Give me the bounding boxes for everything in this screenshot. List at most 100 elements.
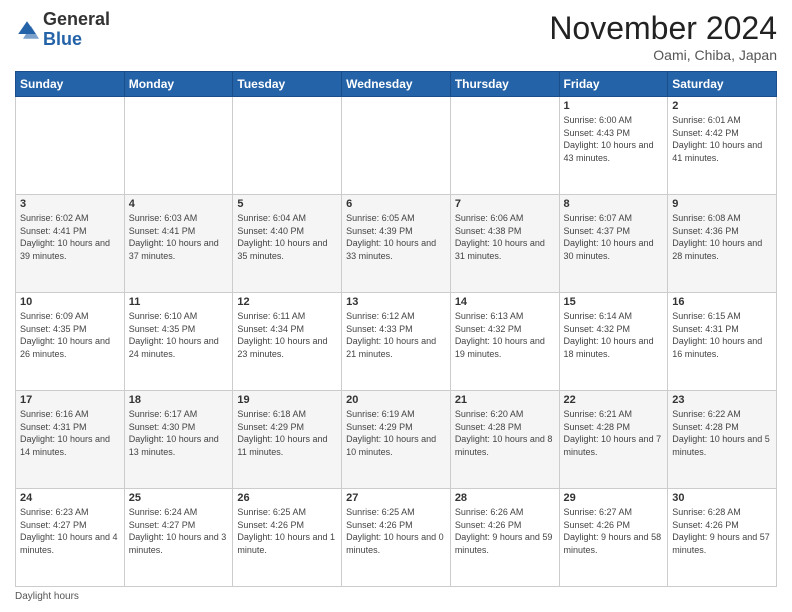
calendar-day-cell: 26Sunrise: 6:25 AM Sunset: 4:26 PM Dayli… <box>233 489 342 587</box>
day-number: 9 <box>672 198 772 210</box>
calendar-day-cell <box>233 97 342 195</box>
calendar-week-row: 17 Sunrise: 6:16 AM Sunset: 4:31 PM Dayli… <box>16 391 777 489</box>
day-info: Sunrise: 6:05 AM Sunset: 4:39 PM Dayligh… <box>346 212 446 262</box>
day-of-week-header: Friday <box>559 72 668 97</box>
day-info: Sunrise: 6:22 AM Sunset: 4:28 PM Dayligh… <box>672 408 772 458</box>
day-info: Sunrise: 6:04 AM Sunset: 4:40 PM Dayligh… <box>237 212 337 262</box>
day-number: 7 <box>455 198 555 210</box>
day-number: 14 <box>455 296 555 308</box>
day-info: Sunrise: 6:16 AM Sunset: 4:31 PM Dayligh… <box>20 408 120 458</box>
calendar-day-cell: 30 Sunrise: 6:28 AM Sunset: 4:26 PM Dayli… <box>668 489 777 587</box>
month-title: November 2024 <box>549 10 777 47</box>
calendar-week-row: 1 Sunrise: 6:00 AM Sunset: 4:43 PM Daylig… <box>16 97 777 195</box>
calendar-day-cell <box>450 97 559 195</box>
day-info: Sunrise: 6:07 AM Sunset: 4:37 PM Dayligh… <box>564 212 664 262</box>
day-info: Sunrise: 6:18 AM Sunset: 4:29 PM Dayligh… <box>237 408 337 458</box>
calendar-day-cell: 3 Sunrise: 6:02 AM Sunset: 4:41 PM Daylig… <box>16 195 125 293</box>
day-number: 5 <box>237 198 337 210</box>
day-info: Sunrise: 6:02 AM Sunset: 4:41 PM Dayligh… <box>20 212 120 262</box>
logo-general-text: General <box>43 9 110 29</box>
day-info: Sunrise: 6:27 AM Sunset: 4:26 PM Dayligh… <box>564 506 664 556</box>
day-number: 22 <box>564 394 664 406</box>
day-info: Sunrise: 6:24 AM Sunset: 4:27 PM Dayligh… <box>129 506 229 556</box>
calendar-day-cell: 5 Sunrise: 6:04 AM Sunset: 4:40 PM Daylig… <box>233 195 342 293</box>
calendar-day-cell: 1 Sunrise: 6:00 AM Sunset: 4:43 PM Daylig… <box>559 97 668 195</box>
calendar-day-cell: 12Sunrise: 6:11 AM Sunset: 4:34 PM Dayli… <box>233 293 342 391</box>
calendar-day-cell: 7 Sunrise: 6:06 AM Sunset: 4:38 PM Daylig… <box>450 195 559 293</box>
calendar-day-cell <box>342 97 451 195</box>
calendar-day-cell: 25 Sunrise: 6:24 AM Sunset: 4:27 PM Dayli… <box>124 489 233 587</box>
calendar-day-cell: 20 Sunrise: 6:19 AM Sunset: 4:29 PM Dayli… <box>342 391 451 489</box>
calendar-day-cell: 9Sunrise: 6:08 AM Sunset: 4:36 PM Daylig… <box>668 195 777 293</box>
day-number: 21 <box>455 394 555 406</box>
calendar-table: SundayMondayTuesdayWednesdayThursdayFrid… <box>15 71 777 587</box>
day-info: Sunrise: 6:06 AM Sunset: 4:38 PM Dayligh… <box>455 212 555 262</box>
day-number: 8 <box>564 198 664 210</box>
logo: General Blue <box>15 10 110 50</box>
day-number: 20 <box>346 394 446 406</box>
day-number: 17 <box>20 394 120 406</box>
day-number: 25 <box>129 492 229 504</box>
day-number: 29 <box>564 492 664 504</box>
calendar-week-row: 3 Sunrise: 6:02 AM Sunset: 4:41 PM Daylig… <box>16 195 777 293</box>
day-number: 15 <box>564 296 664 308</box>
calendar-day-cell: 23 Sunrise: 6:22 AM Sunset: 4:28 PM Dayli… <box>668 391 777 489</box>
day-number: 26 <box>237 492 337 504</box>
day-info: Sunrise: 6:00 AM Sunset: 4:43 PM Dayligh… <box>564 114 664 164</box>
day-info: Sunrise: 6:23 AM Sunset: 4:27 PM Dayligh… <box>20 506 120 556</box>
calendar-day-cell <box>124 97 233 195</box>
day-number: 27 <box>346 492 446 504</box>
page-container: General Blue November 2024 Oami, Chiba, … <box>0 0 792 612</box>
calendar-day-cell: 22Sunrise: 6:21 AM Sunset: 4:28 PM Dayli… <box>559 391 668 489</box>
day-number: 3 <box>20 198 120 210</box>
day-info: Sunrise: 6:19 AM Sunset: 4:29 PM Dayligh… <box>346 408 446 458</box>
day-info: Sunrise: 6:10 AM Sunset: 4:35 PM Dayligh… <box>129 310 229 360</box>
day-of-week-header: Saturday <box>668 72 777 97</box>
day-info: Sunrise: 6:25 AM Sunset: 4:26 PM Dayligh… <box>346 506 446 556</box>
calendar-day-cell: 13 Sunrise: 6:12 AM Sunset: 4:33 PM Dayli… <box>342 293 451 391</box>
day-number: 13 <box>346 296 446 308</box>
calendar-day-cell: 28Sunrise: 6:26 AM Sunset: 4:26 PM Dayli… <box>450 489 559 587</box>
calendar-day-cell: 17 Sunrise: 6:16 AM Sunset: 4:31 PM Dayli… <box>16 391 125 489</box>
calendar-day-cell: 21 Sunrise: 6:20 AM Sunset: 4:28 PM Dayli… <box>450 391 559 489</box>
calendar-week-row: 10Sunrise: 6:09 AM Sunset: 4:35 PM Dayli… <box>16 293 777 391</box>
calendar-day-cell: 6 Sunrise: 6:05 AM Sunset: 4:39 PM Daylig… <box>342 195 451 293</box>
calendar-day-cell: 29 Sunrise: 6:27 AM Sunset: 4:26 PM Dayli… <box>559 489 668 587</box>
calendar-day-cell: 14 Sunrise: 6:13 AM Sunset: 4:32 PM Dayli… <box>450 293 559 391</box>
day-info: Sunrise: 6:13 AM Sunset: 4:32 PM Dayligh… <box>455 310 555 360</box>
calendar-day-cell: 2Sunrise: 6:01 AM Sunset: 4:42 PM Daylig… <box>668 97 777 195</box>
day-info: Sunrise: 6:15 AM Sunset: 4:31 PM Dayligh… <box>672 310 772 360</box>
day-info: Sunrise: 6:20 AM Sunset: 4:28 PM Dayligh… <box>455 408 555 458</box>
day-number: 23 <box>672 394 772 406</box>
calendar-day-cell <box>16 97 125 195</box>
day-info: Sunrise: 6:17 AM Sunset: 4:30 PM Dayligh… <box>129 408 229 458</box>
day-info: Sunrise: 6:01 AM Sunset: 4:42 PM Dayligh… <box>672 114 772 164</box>
day-number: 4 <box>129 198 229 210</box>
calendar-day-cell: 24 Sunrise: 6:23 AM Sunset: 4:27 PM Dayli… <box>16 489 125 587</box>
day-number: 24 <box>20 492 120 504</box>
calendar-day-cell: 10Sunrise: 6:09 AM Sunset: 4:35 PM Dayli… <box>16 293 125 391</box>
day-info: Sunrise: 6:28 AM Sunset: 4:26 PM Dayligh… <box>672 506 772 556</box>
day-number: 1 <box>564 100 664 112</box>
day-number: 12 <box>237 296 337 308</box>
day-of-week-header: Thursday <box>450 72 559 97</box>
calendar-day-cell: 18Sunrise: 6:17 AM Sunset: 4:30 PM Dayli… <box>124 391 233 489</box>
day-info: Sunrise: 6:12 AM Sunset: 4:33 PM Dayligh… <box>346 310 446 360</box>
day-number: 30 <box>672 492 772 504</box>
calendar-day-cell: 15 Sunrise: 6:14 AM Sunset: 4:32 PM Dayli… <box>559 293 668 391</box>
day-number: 19 <box>237 394 337 406</box>
day-info: Sunrise: 6:09 AM Sunset: 4:35 PM Dayligh… <box>20 310 120 360</box>
calendar-day-cell: 11Sunrise: 6:10 AM Sunset: 4:35 PM Dayli… <box>124 293 233 391</box>
calendar-header-row: SundayMondayTuesdayWednesdayThursdayFrid… <box>16 72 777 97</box>
calendar-day-cell: 19 Sunrise: 6:18 AM Sunset: 4:29 PM Dayli… <box>233 391 342 489</box>
calendar-day-cell: 4Sunrise: 6:03 AM Sunset: 4:41 PM Daylig… <box>124 195 233 293</box>
calendar-day-cell: 27 Sunrise: 6:25 AM Sunset: 4:26 PM Dayli… <box>342 489 451 587</box>
day-info: Sunrise: 6:14 AM Sunset: 4:32 PM Dayligh… <box>564 310 664 360</box>
day-of-week-header: Wednesday <box>342 72 451 97</box>
day-number: 16 <box>672 296 772 308</box>
day-of-week-header: Monday <box>124 72 233 97</box>
calendar-day-cell: 8 Sunrise: 6:07 AM Sunset: 4:37 PM Daylig… <box>559 195 668 293</box>
day-number: 6 <box>346 198 446 210</box>
logo-icon <box>15 18 39 42</box>
location-text: Oami, Chiba, Japan <box>549 47 777 63</box>
